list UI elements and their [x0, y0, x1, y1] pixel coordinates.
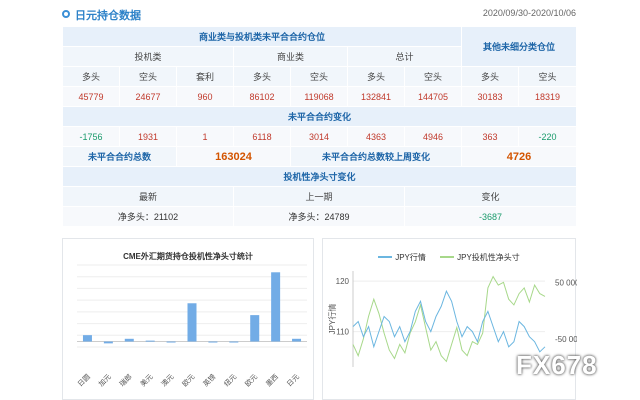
bar[interactable]: [292, 338, 302, 342]
column-header: 多头: [461, 66, 520, 87]
change-value: 4363: [347, 126, 405, 147]
x-tick-label: 墨西: [264, 373, 280, 389]
y-left-tick-label: 110: [336, 328, 349, 337]
column-header: 空头: [290, 66, 348, 87]
change-value: 363: [461, 126, 520, 147]
net-column-latest: 最新: [62, 186, 234, 207]
bar[interactable]: [250, 315, 260, 342]
x-tick-label: 澳元: [159, 372, 175, 388]
bar[interactable]: [124, 338, 134, 342]
x-tick-label: 英镑: [201, 372, 217, 388]
position-value: 132841: [347, 86, 405, 107]
y-right-tick-label: 50 000: [555, 278, 577, 287]
change-header: 未平合合约变化: [61, 106, 578, 127]
column-header: 空头: [403, 66, 463, 87]
positions-table: 商业类与投机类未平合合约仓位 其他未细分类仓位 投机类 商业类 总计 多头 空头…: [61, 26, 578, 227]
change-value: 6118: [233, 126, 291, 147]
date-range: 2020/09/30-2020/10/06: [482, 8, 576, 18]
bar[interactable]: [271, 272, 281, 342]
change-value: 3014: [290, 126, 348, 147]
change-value: -1756: [62, 126, 120, 147]
position-value: 45779: [62, 86, 120, 107]
column-header: 多头: [62, 66, 120, 87]
position-value: 24677: [119, 86, 177, 107]
x-tick-label: 欧元: [180, 372, 196, 388]
bar-chart: 日圆 加元 瑞郎 美元 澳元 欧元 英镑 纽元 欧元 墨西 日元: [76, 264, 307, 389]
x-tick-label: 日圆: [76, 373, 92, 389]
category-speculative: 投机类: [62, 46, 234, 67]
other-header: 其他未细分类仓位: [461, 26, 578, 67]
position-value: 86102: [233, 86, 291, 107]
position-value: 144705: [403, 86, 463, 107]
bar[interactable]: [166, 341, 176, 343]
brand-watermark: FX678: [516, 350, 598, 380]
position-value: 119068: [290, 86, 348, 107]
x-tick-label: 纽元: [222, 372, 238, 388]
change-value: 1931: [119, 126, 177, 147]
net-latest-value: 净多头：21102: [62, 206, 234, 227]
weekly-change-label: 未平合合约总数较上周变化: [289, 146, 463, 167]
position-value: 960: [176, 86, 234, 107]
group-header: 商业类与投机类未平合合约仓位: [61, 26, 463, 47]
position-value: 30183: [461, 86, 520, 107]
column-header: 空头: [518, 66, 578, 87]
net-column-previous: 上一期: [233, 186, 405, 207]
x-tick-label: 瑞郎: [117, 372, 133, 388]
x-tick-label: 加元: [97, 372, 113, 388]
column-header: 空头: [119, 66, 177, 87]
net-header: 投机性净头寸变化: [61, 166, 578, 187]
y-left-axis-label: JPY行情: [327, 304, 337, 335]
bar[interactable]: [208, 341, 218, 343]
section-marker-icon: [62, 10, 70, 18]
bar-chart-panel: CME外汇期货持仓投机性净头寸统计 日圆 加元 瑞郎 美元 澳元 欧元 英镑 纽元 欧元 墨西 日元: [62, 238, 314, 400]
x-tick-label: 日元: [285, 373, 301, 389]
section-title: 日元持仓数据: [75, 10, 141, 22]
net-change-value: -3687: [403, 206, 578, 227]
change-value: 4946: [403, 126, 463, 147]
net-column-change: 变化: [403, 186, 578, 207]
category-total: 总计: [346, 46, 463, 67]
y-left-tick-label: 120: [336, 277, 350, 286]
bar[interactable]: [187, 303, 197, 342]
y-right-tick-label: -50 000: [555, 335, 577, 344]
bar[interactable]: [145, 340, 155, 342]
x-tick-label: 欧元: [243, 372, 259, 388]
column-header: 套利: [176, 66, 234, 87]
x-tick-label: 美元: [138, 372, 154, 388]
section-header: 日元持仓数据 2020/09/30-2020/10/06: [62, 4, 576, 24]
position-value: 18319: [518, 86, 578, 107]
series-line-net-position[interactable]: [352, 275, 546, 363]
column-header: 多头: [233, 66, 291, 87]
change-value: -220: [518, 126, 578, 147]
total-value: 163024: [176, 146, 291, 167]
net-previous-value: 净多头：24789: [233, 206, 405, 227]
bar[interactable]: [82, 335, 92, 342]
change-value: 1: [176, 126, 234, 147]
category-commercial: 商业类: [233, 46, 348, 67]
weekly-change-value: 4726: [461, 146, 578, 167]
bar[interactable]: [229, 341, 239, 343]
column-header: 多头: [347, 66, 405, 87]
bar[interactable]: [103, 341, 113, 344]
total-label: 未平合合约总数: [62, 146, 177, 167]
